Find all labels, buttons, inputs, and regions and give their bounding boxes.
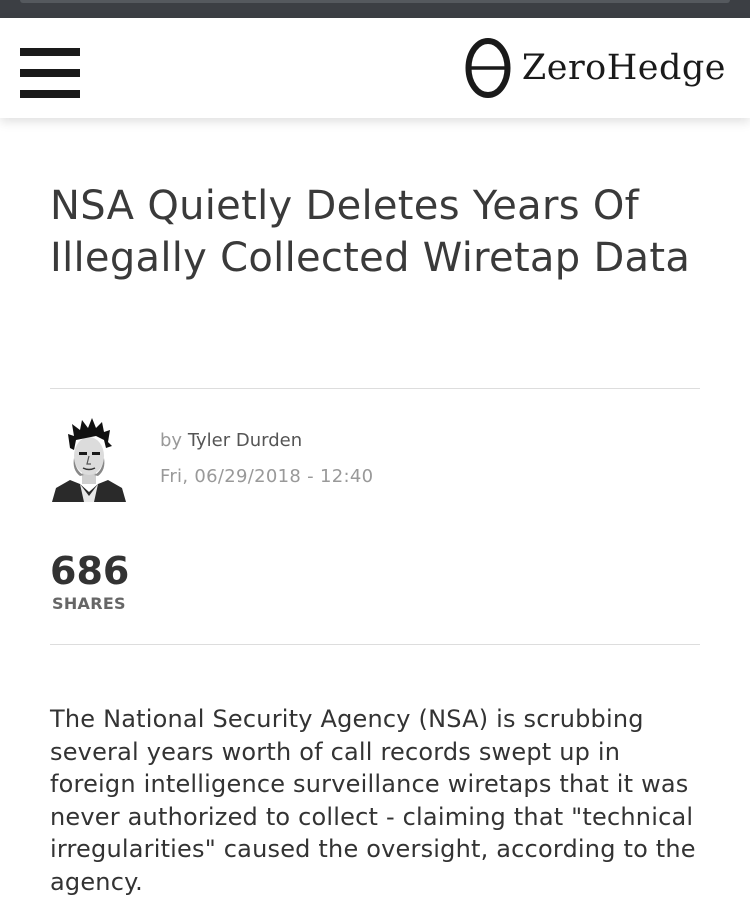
author-portrait-icon: [52, 418, 126, 502]
shares-divider: [50, 644, 700, 645]
site-logo[interactable]: ZeroHedge: [464, 37, 726, 99]
share-count: 686: [50, 549, 130, 593]
author-name-link[interactable]: Tyler Durden: [188, 430, 302, 451]
browser-top-strip-edge: [20, 0, 730, 3]
author-avatar[interactable]: [50, 418, 128, 502]
publish-date: Fri, 06/29/2018 - 12:40: [160, 466, 374, 487]
zerohedge-theta-logo-icon: [465, 38, 511, 98]
site-header: ZeroHedge: [0, 18, 750, 118]
browser-top-strip: [0, 0, 750, 18]
byline: by Tyler Durden: [160, 430, 302, 451]
by-label: by: [160, 430, 183, 451]
article-body-paragraph: The National Security Agency (NSA) is sc…: [50, 705, 696, 896]
article-title: NSA Quietly Deletes Years Of Illegally C…: [50, 183, 691, 281]
title-divider: [50, 388, 700, 389]
logo-text: ZeroHedge: [521, 48, 726, 88]
hamburger-menu-icon[interactable]: [20, 48, 80, 98]
share-label: SHARES: [52, 594, 126, 613]
